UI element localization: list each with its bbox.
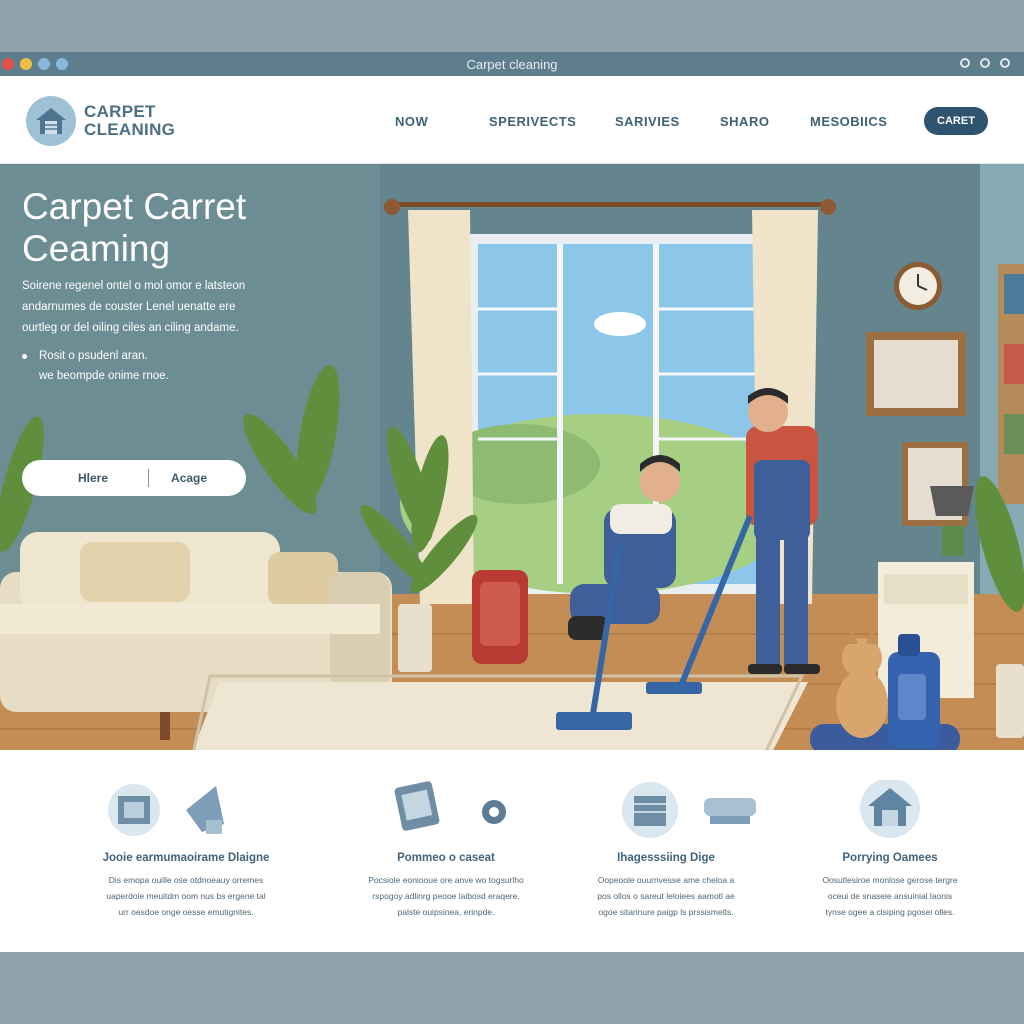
hero-list: Rosit o psudenl aran. we beompde onime r… <box>22 346 169 386</box>
acage-button[interactable]: Acage <box>171 471 207 485</box>
feature-desc-line: Oosutlesiroe monlose gerose tergre <box>822 875 958 885</box>
window-control-icon[interactable] <box>960 58 970 68</box>
feature-card[interactable]: Porrying Oamees Oosutlesiroe monlose ger… <box>770 778 1010 920</box>
feature-desc-line: Pocsiole eoniooue ore anve wo togsurlho <box>368 875 524 885</box>
here-button[interactable]: Hlere <box>78 471 108 485</box>
hero-title: Carpet Carret Ceaming <box>22 186 322 270</box>
list-item-text: we beompde onime rnoe. <box>39 370 169 382</box>
feature-card[interactable]: Pommeo o caseat Pocsiole eoniooue ore an… <box>326 780 566 920</box>
feature-desc-line: uaperdoie meuitdm oom nus bs ergene tal <box>106 891 266 901</box>
house-logo-icon <box>26 96 76 146</box>
list-item: Rosit o psudenl aran. <box>22 346 169 366</box>
nav-link-mesobiics[interactable]: MESOBIICS <box>810 114 887 129</box>
hero-desc-line: Soirene regenel ontel o mol omor e latst… <box>22 280 246 292</box>
nav-link-now[interactable]: NOW <box>395 114 428 129</box>
feature-desc-line: tynse ogee a clsiping pgosei olles. <box>825 907 955 917</box>
feature-desc-line: Oopeoole ouurnvesse ame cheloa a <box>597 875 735 885</box>
hero-title-line1: Carpet Carret <box>22 186 247 227</box>
hero-button-group: Hlere Acage <box>22 460 246 496</box>
feature-title: Pommeo o caseat <box>397 852 495 864</box>
window-control-icon[interactable] <box>1000 58 1010 68</box>
feature-desc-line: rspogoy adlinrg peooe laibosd eraqere. <box>372 891 520 901</box>
site-header: CARPET CLEANING NOW SPERIVECTS SARIVIES … <box>0 76 1024 164</box>
feature-desc-line: palste ouipsinea, erinpde. <box>397 907 495 917</box>
feature-desc: Oosutlesiroe monlose gerose tergre oceui… <box>770 872 1010 920</box>
window-control-icon[interactable] <box>980 58 990 68</box>
cta-button[interactable]: CARET <box>924 107 988 135</box>
hero-description: Soirene regenel ontel o mol omor e latst… <box>22 276 312 339</box>
hero-desc-line: andarnumes de couster Lenel uenatte ere <box>22 301 236 313</box>
features-section: Jooie earmumaoirame Dlaigne Dis emopa ou… <box>0 750 1024 952</box>
feature-desc: Pocsiole eoniooue ore anve wo togsurlho … <box>326 872 566 920</box>
window-titlebar: Carpet cleaning <box>0 52 1024 76</box>
nav-link-sarivies[interactable]: SARIVIES <box>615 114 680 129</box>
feature-desc: Oopeoole ouurnvesse ame cheloa a pos oll… <box>546 872 786 920</box>
feature-card[interactable]: Ihagesssiing Dige Oopeoole ouurnvesse am… <box>546 780 786 920</box>
window-title: Carpet cleaning <box>466 57 558 72</box>
hero-desc-line: ourtleg or del oiling ciles an ciling an… <box>22 322 239 334</box>
nav-link-sperivects[interactable]: SPERIVECTS <box>489 114 576 129</box>
feature-desc-line: ogoe sitarinure paigp ls prssismetls. <box>598 907 734 917</box>
feature-desc-line: urr oesdoe onge oesse emutignites. <box>118 907 254 917</box>
feature-desc-line: Dis emopa ouille ose otdnoeauy orremes <box>108 875 264 885</box>
feature-desc-line: pos ollos o sareut leloiees aamotl ae <box>597 891 735 901</box>
feature-desc-line: oceui de snaseie ansuinial laonis <box>827 891 953 901</box>
nav-link-sharo[interactable]: SHARO <box>720 114 769 129</box>
list-item: we beompde onime rnoe. <box>22 366 169 386</box>
feature-title: Ihagesssiing Dige <box>617 852 715 864</box>
hero-section: Carpet Carret Ceaming Soirene regenel on… <box>0 164 1024 750</box>
logo-line1: CARPET <box>84 102 156 121</box>
feature-title: Jooie earmumaoirame Dlaigne <box>102 852 270 864</box>
list-item-text: Rosit o psudenl aran. <box>39 350 148 362</box>
feature-desc: Dis emopa ouille ose otdnoeauy orremes u… <box>66 872 306 920</box>
browser-window: Carpet cleaning CARPET CLEANING NOW SPER… <box>0 52 1024 952</box>
logo-line2: CLEANING <box>84 120 176 139</box>
feature-title: Porrying Oamees <box>842 852 938 864</box>
feature-card[interactable]: Jooie earmumaoirame Dlaigne Dis emopa ou… <box>66 780 306 920</box>
logo[interactable]: CARPET CLEANING <box>26 96 175 146</box>
divider <box>148 469 150 487</box>
hero-title-line2: Ceaming <box>22 228 171 269</box>
bullet-icon <box>22 353 27 359</box>
